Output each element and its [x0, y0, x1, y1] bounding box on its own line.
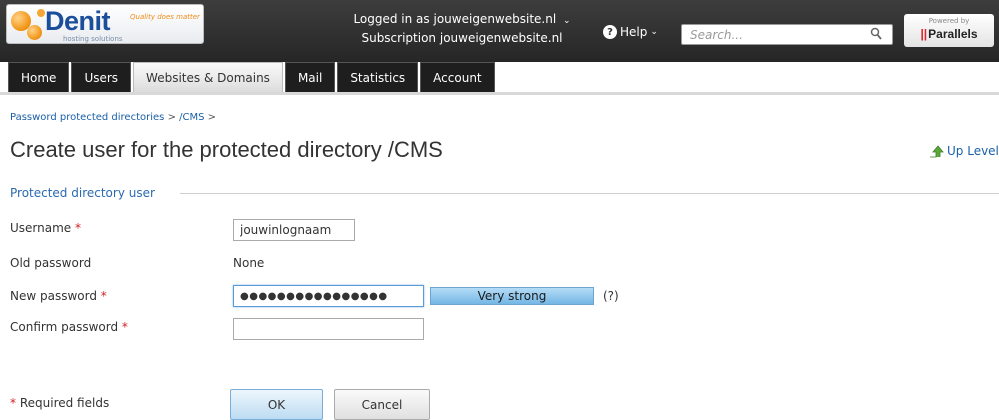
- tab-bar-divider: [0, 92, 999, 95]
- breadcrumb-item-cms[interactable]: /CMS: [179, 112, 204, 123]
- password-strength-help-link[interactable]: (?): [603, 289, 619, 303]
- page-title: Create user for the protected directory …: [10, 137, 443, 162]
- denit-logo[interactable]: Denit Quality does matter hosting soluti…: [6, 4, 204, 44]
- top-header: Denit Quality does matter hosting soluti…: [0, 0, 999, 62]
- required-marker: *: [10, 396, 16, 410]
- logo-subtitle: hosting solutions: [63, 35, 123, 43]
- search-icon[interactable]: [870, 27, 882, 41]
- parallels-bars-icon: ||: [920, 27, 928, 41]
- new-password-label-text: New password: [10, 289, 97, 303]
- logged-in-user: jouweigenwebsite.nl: [433, 12, 557, 26]
- confirm-password-input[interactable]: [233, 318, 424, 340]
- up-arrow-icon: [930, 145, 944, 158]
- subscription-label: Subscription: [361, 31, 437, 45]
- confirm-password-label-text: Confirm password: [10, 320, 119, 334]
- username-input[interactable]: [233, 219, 355, 241]
- required-fields-text: Required fields: [19, 396, 110, 410]
- parallels-brand-name: Parallels: [928, 27, 978, 41]
- breadcrumb: Password protected directories > /CMS >: [10, 112, 216, 123]
- powered-by-parallels[interactable]: Powered by ||Parallels: [904, 14, 994, 47]
- login-info: Logged in as jouweigenwebsite.nl ⌄ Subsc…: [332, 11, 592, 47]
- section-title: Protected directory user: [10, 186, 161, 200]
- subscription-value: jouweigenwebsite.nl: [439, 31, 563, 45]
- ok-button[interactable]: OK: [230, 389, 323, 420]
- tab-users[interactable]: Users: [71, 62, 132, 92]
- tab-mail[interactable]: Mail: [284, 62, 336, 92]
- breadcrumb-separator: >: [207, 112, 217, 123]
- required-marker: *: [75, 221, 81, 235]
- logged-in-label: Logged in as: [353, 12, 430, 26]
- section-divider: [180, 193, 999, 194]
- main-nav-tabs: Home Users Websites & Domains Mail Stati…: [8, 62, 495, 92]
- logo-orange-dot: [27, 25, 42, 40]
- logged-in-menu[interactable]: Logged in as jouweigenwebsite.nl ⌄: [332, 11, 592, 30]
- tab-websites-domains[interactable]: Websites & Domains: [133, 62, 283, 92]
- chevron-down-icon: ⌄: [563, 16, 571, 26]
- logo-orange-dot: [37, 9, 45, 17]
- confirm-password-label: Confirm password *: [10, 320, 128, 334]
- required-fields-note: * Required fields: [10, 396, 109, 410]
- chevron-down-icon: ⌄: [650, 27, 658, 37]
- powered-by-label: Powered by: [928, 17, 970, 25]
- password-strength-meter: Very strong: [430, 287, 594, 305]
- old-password-value: None: [233, 256, 265, 270]
- parallels-logo: ||Parallels: [904, 27, 994, 41]
- tab-home[interactable]: Home: [8, 62, 70, 92]
- tab-statistics[interactable]: Statistics: [337, 62, 419, 92]
- new-password-label: New password *: [10, 289, 107, 303]
- help-menu[interactable]: ? Help ⌄: [603, 25, 658, 39]
- logo-name: Denit: [45, 6, 111, 36]
- required-marker: *: [121, 320, 128, 334]
- breadcrumb-separator: >: [167, 112, 176, 123]
- subscription-line: Subscription jouweigenwebsite.nl: [332, 30, 592, 47]
- new-password-input[interactable]: [233, 285, 424, 307]
- question-circle-icon: ?: [603, 25, 617, 39]
- username-label: Username *: [10, 221, 81, 235]
- username-label-text: Username: [10, 221, 72, 235]
- logo-tagline: Quality does matter: [130, 13, 200, 21]
- search-input[interactable]: [682, 25, 862, 44]
- up-level-label: Up Level: [947, 144, 999, 158]
- old-password-label: Old password: [10, 256, 92, 270]
- required-marker: *: [100, 289, 107, 303]
- help-label: Help: [620, 25, 648, 39]
- tab-account[interactable]: Account: [420, 62, 495, 92]
- search-box: [681, 24, 893, 45]
- breadcrumb-item-password-protected-directories[interactable]: Password protected directories: [10, 112, 164, 123]
- up-level-link[interactable]: Up Level: [929, 144, 999, 158]
- cancel-button[interactable]: Cancel: [334, 389, 430, 420]
